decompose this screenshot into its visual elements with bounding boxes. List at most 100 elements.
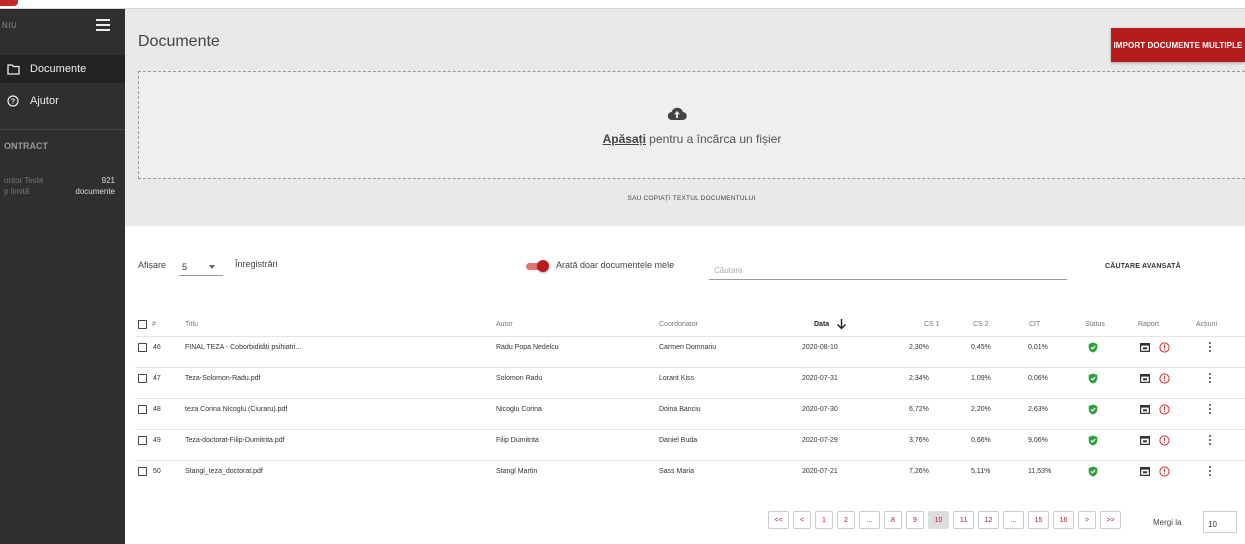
page-button[interactable]: <<: [768, 511, 789, 529]
page-button[interactable]: 10: [928, 511, 949, 529]
report-view-icon[interactable]: [1140, 343, 1150, 352]
my-documents-label: Arată doar documentele mele: [556, 260, 675, 270]
copy-text-button[interactable]: SAU COPIAȚI TEXTUL DOCUMENTULUI: [138, 195, 1245, 202]
row-divider: [135, 367, 1245, 368]
sidebar-item-documente[interactable]: Documente: [0, 55, 125, 83]
page-button[interactable]: <: [793, 511, 811, 529]
cell-title[interactable]: Teza-Solomon-Radu.pdf: [185, 375, 261, 382]
status-ok-shield-icon: [1088, 404, 1098, 415]
more-actions-icon[interactable]: [1206, 466, 1214, 477]
cloud-upload-icon: [667, 107, 687, 121]
cell-cs1: 2,34%: [909, 375, 929, 382]
counter-value: 921 documente: [75, 176, 115, 196]
report-view-icon[interactable]: [1140, 405, 1150, 414]
report-view-icon[interactable]: [1140, 467, 1150, 476]
counter-label: ontor Teste p limită: [4, 176, 44, 196]
cell-cs1: 2,30%: [909, 344, 929, 351]
more-actions-icon[interactable]: [1206, 373, 1214, 384]
col-title[interactable]: Titlu: [185, 321, 198, 328]
cell-cit: 2,63%: [1028, 406, 1048, 413]
status-ok-shield-icon: [1088, 342, 1098, 353]
page-button[interactable]: 16: [1053, 511, 1074, 529]
cell-title[interactable]: FINAL TEZA - Coborbidități psihiatri...: [185, 344, 301, 351]
col-num: #: [152, 321, 156, 328]
page-size-select[interactable]: 5: [179, 258, 223, 276]
status-ok-shield-icon: [1088, 435, 1098, 446]
report-alert-icon[interactable]: [1159, 404, 1170, 415]
row-checkbox[interactable]: [138, 467, 147, 476]
hamburger-menu-icon[interactable]: [96, 19, 112, 32]
cell-author: Nicoglu Corina: [496, 406, 542, 413]
cell-cs1: 7,26%: [909, 468, 929, 475]
row-checkbox[interactable]: [138, 436, 147, 445]
more-actions-icon[interactable]: [1206, 342, 1214, 353]
cell-num: 46: [153, 344, 161, 351]
select-all-checkbox[interactable]: [138, 320, 147, 329]
advanced-search-button[interactable]: CĂUTARE AVANSATĂ: [1105, 263, 1181, 270]
cell-num: 48: [153, 406, 161, 413]
row-checkbox[interactable]: [138, 343, 147, 352]
more-actions-icon[interactable]: [1206, 404, 1214, 415]
col-cs1[interactable]: CS 1: [924, 321, 940, 328]
page-button[interactable]: ...: [1003, 511, 1024, 529]
col-author[interactable]: Autor: [496, 321, 513, 328]
page-button[interactable]: >: [1078, 511, 1096, 529]
report-view-icon[interactable]: [1140, 374, 1150, 383]
sidebar-item-ajutor[interactable]: ? Ajutor: [0, 87, 125, 115]
app-logo[interactable]: [0, 0, 18, 6]
import-multiple-button[interactable]: IMPORT DOCUMENTE MULTIPLE: [1111, 28, 1245, 62]
cell-author: Filip Dumitrita: [496, 437, 539, 444]
row-divider: [135, 336, 1245, 337]
upload-dropzone[interactable]: Apăsați pentru a încărca un fișier: [138, 71, 1245, 179]
page-title: Documente: [138, 33, 220, 50]
more-actions-icon[interactable]: [1206, 435, 1214, 446]
report-alert-icon[interactable]: [1159, 342, 1170, 353]
records-label: Înregistrări: [235, 259, 278, 269]
cell-cit: 0,01%: [1028, 344, 1048, 351]
cell-coordinator: Daniel Buda: [659, 437, 698, 444]
row-checkbox[interactable]: [138, 374, 147, 383]
report-alert-icon[interactable]: [1159, 373, 1170, 384]
page-button[interactable]: 15: [1028, 511, 1049, 529]
cell-author: Solomon Radu: [496, 375, 543, 382]
row-checkbox[interactable]: [138, 405, 147, 414]
goto-page-input[interactable]: [1203, 511, 1237, 533]
sidebar: NIU Documente ? Ajutor ONTRACT ontor Tes…: [0, 9, 125, 544]
cell-title[interactable]: Teza-doctorat-Filip-Dumitrita.pdf: [185, 437, 285, 444]
page-button[interactable]: 9: [906, 511, 924, 529]
cell-date: 2020-07-30: [802, 406, 838, 413]
cell-cit: 9,06%: [1028, 437, 1048, 444]
col-coordinator[interactable]: Coordonator: [659, 321, 698, 328]
sort-desc-icon[interactable]: [835, 318, 847, 330]
page-button[interactable]: 12: [978, 511, 999, 529]
report-view-icon[interactable]: [1140, 436, 1150, 445]
cell-date: 2020-07-29: [802, 437, 838, 444]
col-date[interactable]: Data: [814, 321, 829, 328]
row-divider: [135, 460, 1245, 461]
page-button[interactable]: >>: [1100, 511, 1121, 529]
report-alert-icon[interactable]: [1159, 466, 1170, 477]
cell-coordinator: Sass Maria: [659, 468, 695, 475]
upload-link[interactable]: Apăsați: [603, 132, 646, 146]
cell-title[interactable]: Stangl_teza_doctorat.pdf: [185, 468, 263, 475]
show-label: Afișare: [138, 260, 167, 270]
search-input[interactable]: [709, 258, 1067, 280]
my-documents-toggle[interactable]: [526, 260, 550, 272]
col-cs2[interactable]: CS 2: [973, 321, 989, 328]
page-button[interactable]: 11: [953, 511, 974, 529]
page-button[interactable]: 2: [837, 511, 855, 529]
cell-title[interactable]: teza Corina Nicoglu (Ciuraru).pdf: [185, 406, 287, 413]
cell-date: 2020-08-10: [802, 344, 838, 351]
page-button[interactable]: ...: [859, 511, 880, 529]
page-button[interactable]: 1: [815, 511, 833, 529]
top-bar: [0, 0, 1245, 9]
cell-cs2: 1,09%: [971, 375, 991, 382]
cell-date: 2020-07-31: [802, 375, 838, 382]
page-button[interactable]: 8: [884, 511, 902, 529]
cell-cit: 11,53%: [1028, 468, 1052, 475]
sidebar-item-label: Documente: [30, 63, 87, 75]
col-cit[interactable]: CIT: [1029, 321, 1040, 328]
cell-coordinator: Carmen Domnariu: [659, 344, 717, 351]
report-alert-icon[interactable]: [1159, 435, 1170, 446]
cell-num: 50: [153, 468, 161, 475]
